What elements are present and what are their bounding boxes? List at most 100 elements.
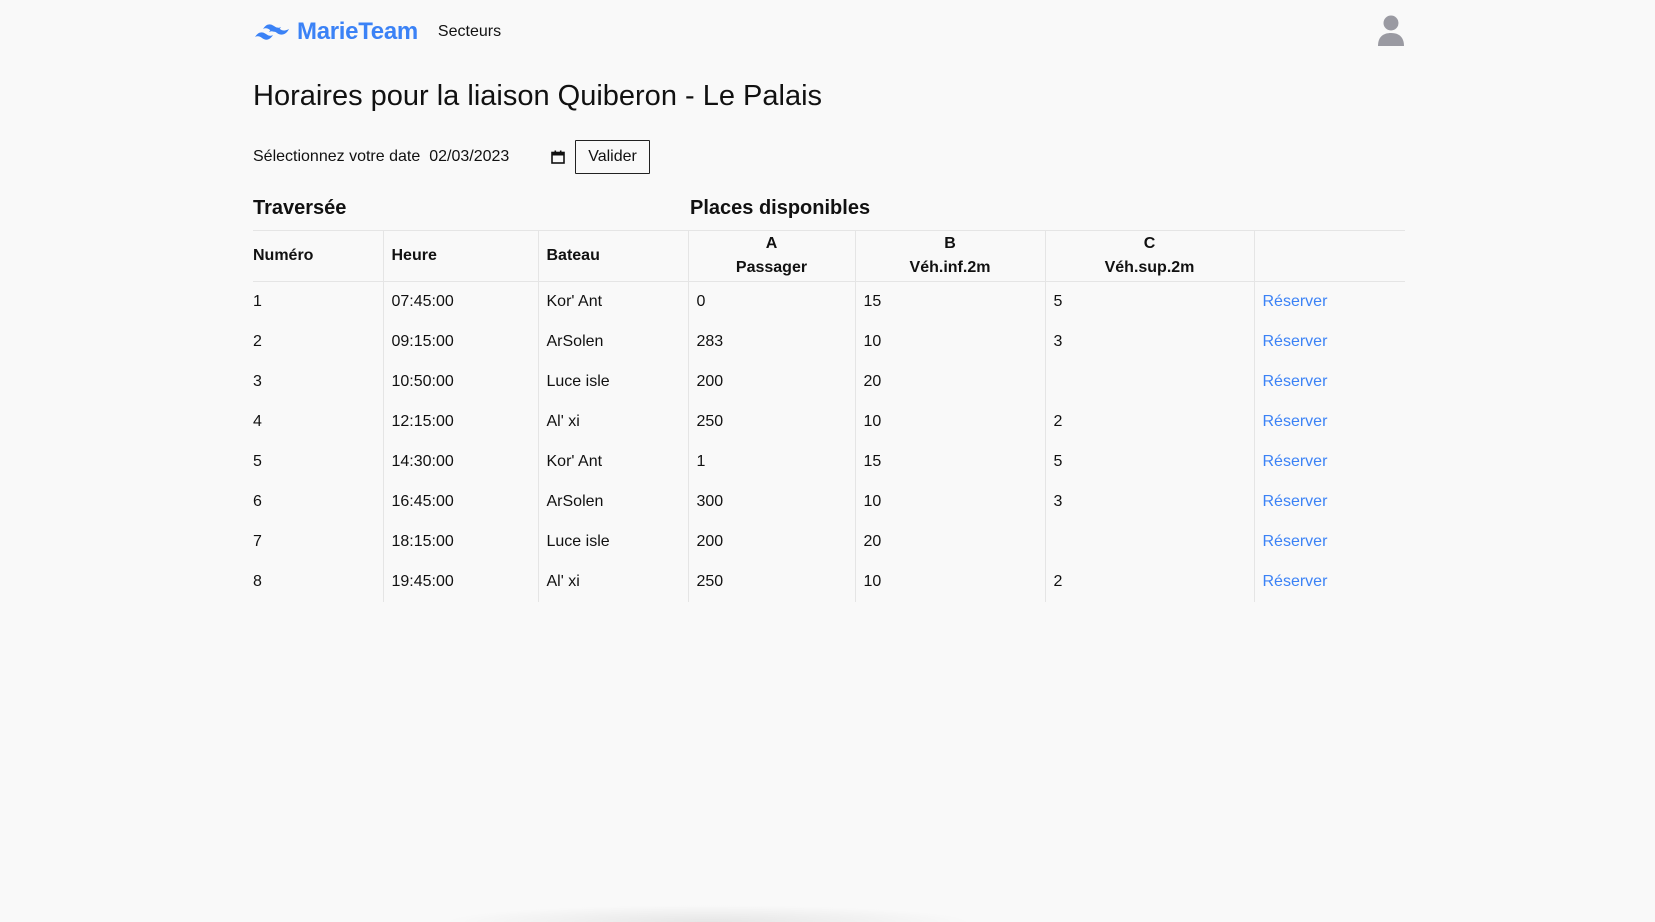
cell-bateau: Kor' Ant (537, 442, 688, 482)
table-row: 3 10:50:00 Luce isle 200 20 Réserver (253, 362, 1405, 402)
nav-link-secteurs[interactable]: Secteurs (438, 23, 501, 41)
cell-numero: 7 (253, 533, 262, 550)
cell-places-a: 300 (687, 482, 855, 522)
cell-places-b: 10 (854, 482, 1045, 522)
column-header-c-code: C (1143, 235, 1156, 252)
cell-places-a: 283 (687, 322, 855, 362)
cell-numero: 5 (253, 453, 262, 470)
navbar: MarieTeam Secteurs (253, 0, 1405, 64)
table-row: 1 07:45:00 Kor' Ant 0 15 5 Réserver (253, 281, 1405, 322)
cell-heure: 16:45:00 (382, 482, 538, 522)
cell-bateau: Luce isle (537, 362, 688, 402)
cell-numero: 6 (253, 493, 262, 510)
cell-numero: 4 (253, 413, 262, 430)
cell-places-b: 10 (854, 402, 1045, 442)
column-header-heure: Heure (382, 230, 538, 282)
cell-places-b: 20 (854, 522, 1045, 562)
column-header-a-code: A (765, 235, 778, 252)
cell-places-c: 5 (1044, 281, 1254, 322)
cell-places-a: 250 (687, 402, 855, 442)
cell-places-b: 20 (854, 362, 1045, 402)
cell-places-a: 200 (687, 522, 855, 562)
table-row: 5 14:30:00 Kor' Ant 1 15 5 Réserver (253, 442, 1405, 482)
table-body: 1 07:45:00 Kor' Ant 0 15 5 Réserver 2 09… (253, 281, 1405, 602)
cell-heure: 19:45:00 (382, 562, 538, 602)
column-header-b-label: Véh.inf.2m (909, 259, 991, 276)
cell-places-c: 2 (1044, 562, 1254, 602)
cell-places-c: 3 (1044, 322, 1254, 362)
column-header-bateau: Bateau (537, 230, 688, 282)
table-row: 6 16:45:00 ArSolen 300 10 3 Réserver (253, 482, 1405, 522)
group-header-places: Places disponibles (690, 196, 871, 219)
cell-places-a: 0 (687, 281, 855, 322)
reserver-link[interactable]: Réserver (1263, 533, 1328, 550)
cell-numero: 8 (253, 573, 262, 590)
table-row: 8 19:45:00 Al' xi 250 10 2 Réserver (253, 562, 1405, 602)
table-row: 7 18:15:00 Luce isle 200 20 Réserver (253, 522, 1405, 562)
reserver-link[interactable]: Réserver (1263, 333, 1328, 350)
cell-heure: 10:50:00 (382, 362, 538, 402)
cell-action: Réserver (1253, 482, 1405, 522)
reserver-link[interactable]: Réserver (1263, 573, 1328, 590)
table-row: 4 12:15:00 Al' xi 250 10 2 Réserver (253, 402, 1405, 442)
page-title: Horaires pour la liaison Quiberon - Le P… (253, 80, 823, 112)
reserver-link[interactable]: Réserver (1263, 453, 1328, 470)
cell-places-b: 15 (854, 442, 1045, 482)
cell-heure: 07:45:00 (382, 281, 538, 322)
reserver-link[interactable]: Réserver (1263, 293, 1328, 310)
cell-places-a: 250 (687, 562, 855, 602)
reserver-link[interactable]: Réserver (1263, 493, 1328, 510)
cell-places-c: 2 (1044, 402, 1254, 442)
cell-bateau: Kor' Ant (537, 281, 688, 322)
cell-action: Réserver (1253, 402, 1405, 442)
cell-heure: 14:30:00 (382, 442, 538, 482)
cell-action: Réserver (1253, 442, 1405, 482)
cell-places-b: 10 (854, 322, 1045, 362)
column-header-action (1253, 230, 1405, 282)
column-header-c: C Véh.sup.2m (1044, 230, 1254, 282)
date-form: Sélectionnez votre date 02/03/2023 Valid… (253, 140, 1405, 174)
cell-places-c: 5 (1044, 442, 1254, 482)
wave-logo-icon (255, 24, 289, 40)
cell-places-c (1044, 522, 1254, 562)
cell-heure: 12:15:00 (382, 402, 538, 442)
schedule-table: Traversée Places disponibles Numéro Heur… (253, 186, 1405, 602)
column-header-a: A Passager (687, 230, 855, 282)
valider-button[interactable]: Valider (575, 140, 650, 174)
reserver-link[interactable]: Réserver (1263, 373, 1328, 390)
date-label: Sélectionnez votre date (253, 148, 421, 165)
bottom-shadow (440, 905, 975, 922)
calendar-icon[interactable] (551, 150, 566, 164)
cell-bateau: ArSolen (537, 322, 688, 362)
column-header-b-code: B (944, 235, 956, 252)
group-header-row: Traversée Places disponibles (253, 186, 1405, 231)
cell-heure: 09:15:00 (382, 322, 538, 362)
date-input[interactable]: 02/03/2023 (429, 142, 566, 172)
column-header-c-label: Véh.sup.2m (1104, 259, 1195, 276)
user-icon[interactable] (1377, 15, 1405, 47)
cell-places-c (1044, 362, 1254, 402)
group-header-traversee: Traversée (253, 196, 347, 219)
brand-link[interactable]: MarieTeam (253, 18, 418, 46)
table-row: 2 09:15:00 ArSolen 283 10 3 Réserver (253, 322, 1405, 362)
cell-action: Réserver (1253, 522, 1405, 562)
cell-places-a: 200 (687, 362, 855, 402)
reserver-link[interactable]: Réserver (1263, 413, 1328, 430)
cell-bateau: Luce isle (537, 522, 688, 562)
brand-name: MarieTeam (297, 18, 418, 45)
column-header-a-label: Passager (735, 259, 808, 276)
column-header-numero: Numéro (253, 230, 383, 282)
column-header-row: Numéro Heure Bateau A Passager B Véh.inf… (253, 230, 1405, 282)
cell-numero: 2 (253, 333, 262, 350)
cell-places-b: 10 (854, 562, 1045, 602)
cell-numero: 1 (253, 293, 262, 310)
cell-numero: 3 (253, 373, 262, 390)
cell-places-a: 1 (687, 442, 855, 482)
cell-heure: 18:15:00 (382, 522, 538, 562)
cell-places-b: 15 (854, 281, 1045, 322)
cell-places-c: 3 (1044, 482, 1254, 522)
column-header-b: B Véh.inf.2m (854, 230, 1045, 282)
page-container: MarieTeam Secteurs Horaires pour la liai… (253, 0, 1405, 602)
date-value: 02/03/2023 (429, 148, 510, 165)
cell-bateau: ArSolen (537, 482, 688, 522)
